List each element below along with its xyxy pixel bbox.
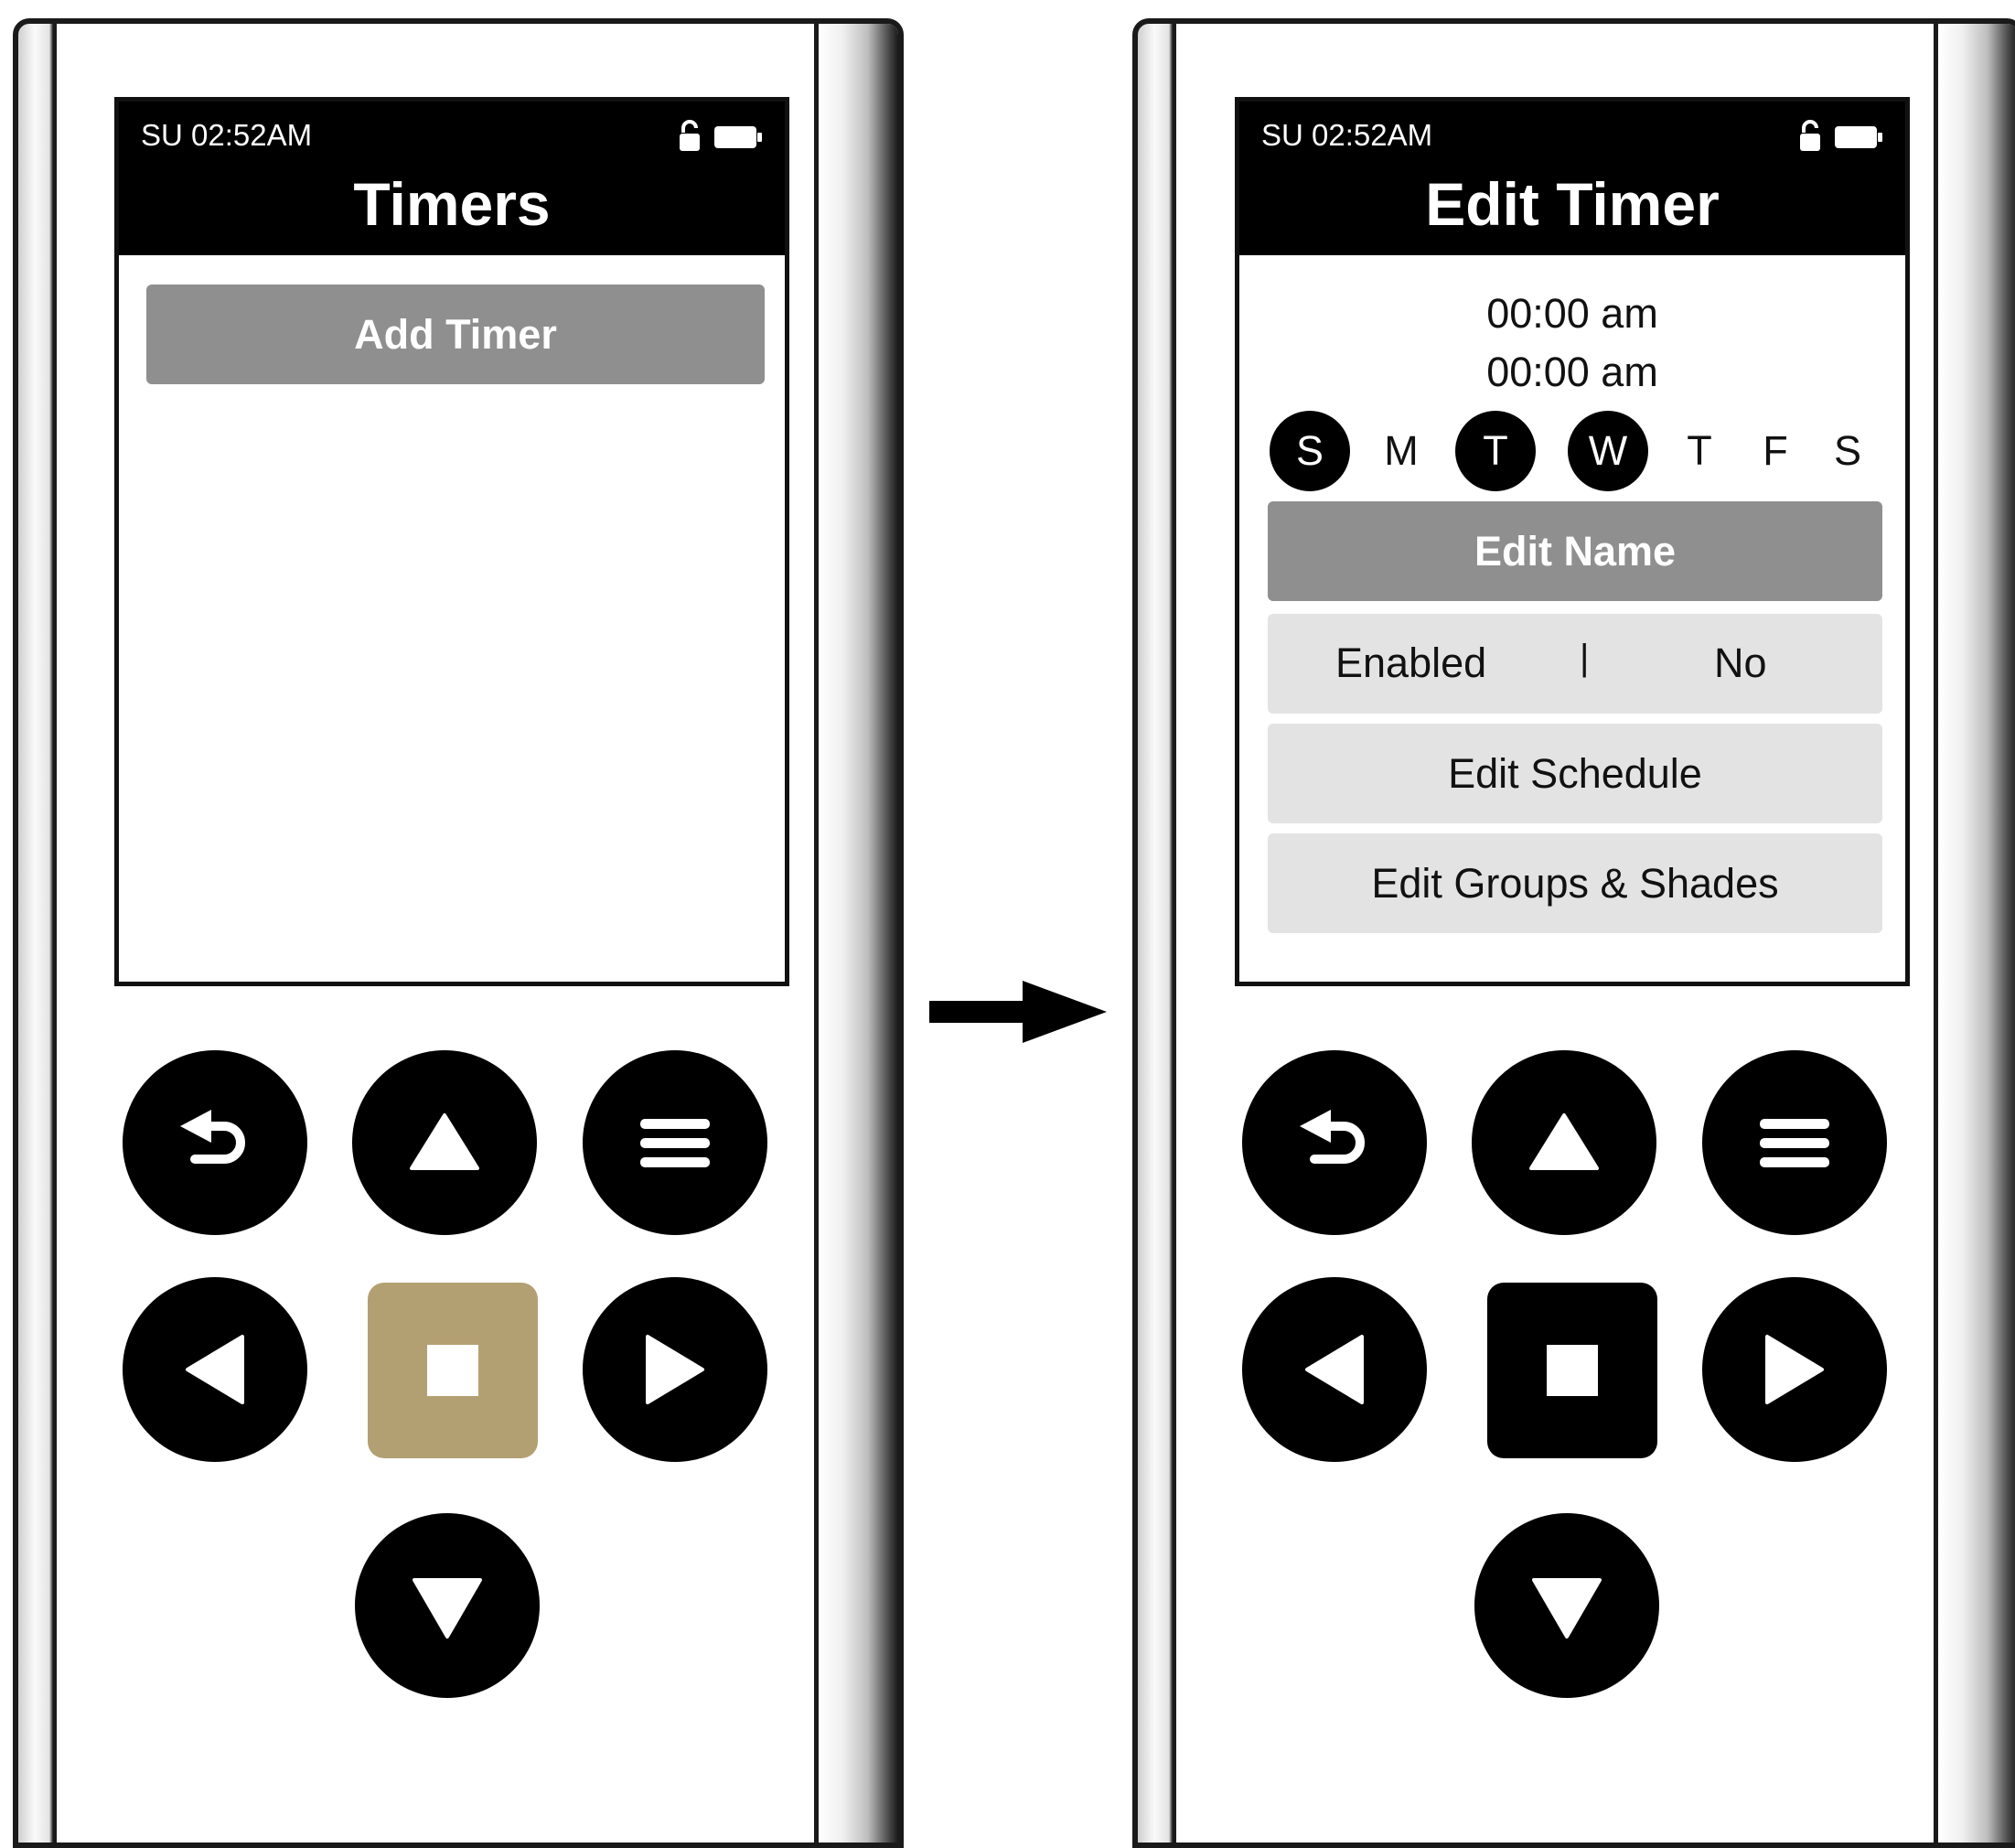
menu-button[interactable] [583,1050,767,1235]
edit-name-button[interactable]: Edit Name [1268,501,1882,601]
screen-header: SU 02:52AM Timers [119,102,785,255]
day-tuesday[interactable]: T [1455,411,1536,491]
down-button[interactable] [355,1513,540,1698]
battery-icon [714,126,762,148]
day-monday[interactable]: M [1361,411,1442,491]
status-icons [673,120,765,153]
edit-timer-screen: SU 02:52AM Edit Timer 00:00 am 00:00 am … [1235,97,1910,986]
select-icon [427,1345,478,1396]
up-button[interactable] [1472,1050,1656,1235]
page-title: Edit Timer [1425,170,1720,238]
enabled-value: No [1714,639,1767,686]
device-rail [1934,24,2015,1843]
enabled-separator: | [1580,638,1590,678]
day-friday[interactable]: F [1735,411,1816,491]
unlock-icon [1800,120,1820,151]
down-arrow-icon [1532,1578,1602,1638]
up-arrow-icon [410,1113,479,1170]
left-arrow-icon [1305,1335,1364,1404]
day-wednesday[interactable]: W [1568,411,1648,491]
day-sunday[interactable]: S [1270,411,1350,491]
status-time: SU 02:52AM [141,118,313,152]
down-arrow-icon [413,1578,482,1638]
day-thursday[interactable]: T [1659,411,1740,491]
timers-screen: SU 02:52AM Timers Add Timer [114,97,789,986]
back-icon [1300,1110,1365,1164]
right-button[interactable] [583,1277,767,1462]
battery-icon [1835,126,1882,148]
status-time: SU 02:52AM [1261,118,1433,152]
back-icon [180,1110,245,1164]
end-time[interactable]: 00:00 am [1239,349,1905,396]
right-arrow-icon [646,1335,704,1404]
enabled-label: Enabled [1335,639,1487,686]
unlock-icon [680,120,700,151]
add-timer-button[interactable]: Add Timer [146,285,765,384]
menu-icon [640,1119,710,1167]
back-button[interactable] [1242,1050,1427,1235]
day-saturday[interactable]: S [1807,411,1888,491]
select-button[interactable] [368,1283,538,1458]
screen-header: SU 02:52AM Edit Timer [1239,102,1905,255]
menu-button[interactable] [1702,1050,1887,1235]
back-button[interactable] [123,1050,307,1235]
down-button[interactable] [1474,1513,1659,1698]
status-icons [1794,120,1885,153]
edit-groups-shades-button[interactable]: Edit Groups & Shades [1268,833,1882,933]
page-title: Timers [353,170,551,238]
device-rail [814,24,898,1843]
right-device: SU 02:52AM Edit Timer 00:00 am 00:00 am … [1132,18,2015,1848]
enabled-row[interactable]: Enabled | No [1268,614,1882,714]
select-icon [1547,1345,1598,1396]
select-button[interactable] [1487,1283,1657,1458]
up-button[interactable] [352,1050,537,1235]
transition-arrow-icon [929,981,1107,1043]
right-button[interactable] [1702,1277,1887,1462]
left-device: SU 02:52AM Timers Add Timer [13,18,904,1848]
right-arrow-icon [1765,1335,1824,1404]
left-button[interactable] [1242,1277,1427,1462]
start-time[interactable]: 00:00 am [1239,290,1905,338]
menu-icon [1760,1119,1829,1167]
left-button[interactable] [123,1277,307,1462]
left-arrow-icon [186,1335,244,1404]
up-arrow-icon [1529,1113,1599,1170]
edit-schedule-button[interactable]: Edit Schedule [1268,724,1882,823]
